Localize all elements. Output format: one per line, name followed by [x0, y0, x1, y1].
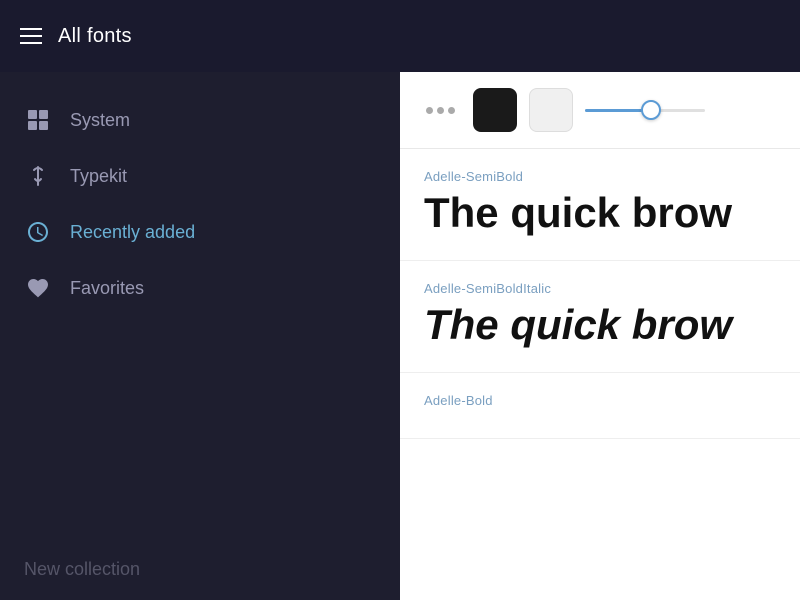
sidebar-item-recently-added[interactable]: Recently added	[0, 204, 400, 260]
dark-color-swatch[interactable]	[473, 88, 517, 132]
sidebar-item-label-recently-added: Recently added	[70, 222, 195, 243]
new-collection-button[interactable]: New collection	[0, 539, 400, 600]
font-list: Adelle-SemiBold The quick brow Adelle-Se…	[400, 149, 800, 600]
windows-icon	[24, 106, 52, 134]
font-entry-adelle-bold: Adelle-Bold	[400, 373, 800, 439]
font-name: Adelle-SemiBold	[424, 169, 776, 184]
heart-icon	[24, 274, 52, 302]
sidebar-item-label-typekit: Typekit	[70, 166, 127, 187]
options-button[interactable]	[420, 103, 461, 118]
clock-icon	[24, 218, 52, 246]
sidebar: System Typekit Recently added	[0, 72, 400, 600]
main-layout: System Typekit Recently added	[0, 72, 800, 600]
slider-thumb[interactable]	[641, 100, 661, 120]
slider-track	[585, 109, 705, 112]
header-title: All fonts	[58, 25, 132, 48]
sidebar-item-favorites[interactable]: Favorites	[0, 260, 400, 316]
font-entry-adelle-semibolditalic: Adelle-SemiBoldItalic The quick brow	[400, 261, 800, 373]
font-name: Adelle-SemiBoldItalic	[424, 281, 776, 296]
sidebar-item-label-system: System	[70, 110, 130, 131]
content-area: Adelle-SemiBold The quick brow Adelle-Se…	[400, 72, 800, 600]
sidebar-item-system[interactable]: System	[0, 92, 400, 148]
hamburger-button[interactable]	[20, 28, 42, 44]
font-preview: The quick brow	[424, 302, 776, 348]
light-color-swatch[interactable]	[529, 88, 573, 132]
sidebar-item-label-favorites: Favorites	[70, 278, 144, 299]
font-name: Adelle-Bold	[424, 393, 776, 408]
toolbar	[400, 72, 800, 149]
typekit-icon	[24, 162, 52, 190]
sidebar-item-typekit[interactable]: Typekit	[0, 148, 400, 204]
font-entry-adelle-semibold: Adelle-SemiBold The quick brow	[400, 149, 800, 261]
font-preview: The quick brow	[424, 190, 776, 236]
app-header: All fonts	[0, 0, 800, 72]
size-slider-container	[585, 109, 780, 112]
